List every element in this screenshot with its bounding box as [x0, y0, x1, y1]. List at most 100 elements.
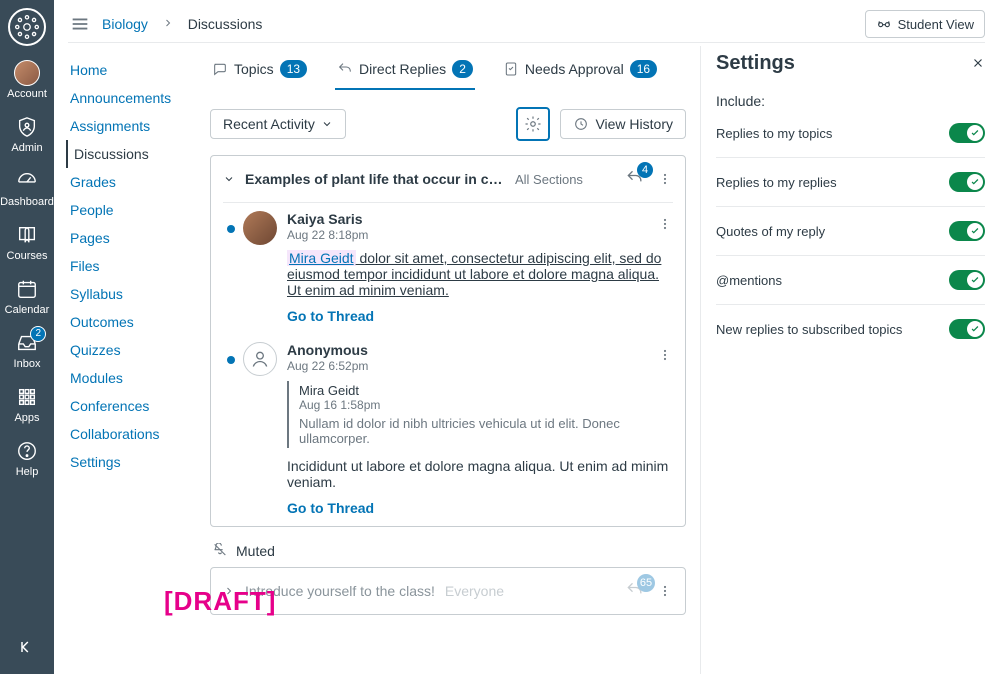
course-menu-people[interactable]: People [66, 196, 196, 224]
course-menu-pages[interactable]: Pages [66, 224, 196, 252]
course-menu-outcomes[interactable]: Outcomes [66, 308, 196, 336]
course-menu-collaborations[interactable]: Collaborations [66, 420, 196, 448]
student-view-label: Student View [898, 17, 974, 32]
nav-admin-label: Admin [11, 142, 42, 154]
course-menu-files[interactable]: Files [66, 252, 196, 280]
nav-calendar-label: Calendar [5, 304, 50, 316]
thread-header[interactable]: Examples of plant life that occur in cli… [211, 156, 685, 202]
tab-direct-replies[interactable]: Direct Replies 2 [335, 52, 475, 90]
sort-label: Recent Activity [223, 116, 315, 132]
course-menu-syllabus[interactable]: Syllabus [66, 280, 196, 308]
breadcrumb-current: Discussions [188, 16, 263, 32]
course-menu-grades[interactable]: Grades [66, 168, 196, 196]
glasses-icon [876, 16, 892, 32]
nav-courses-label: Courses [7, 250, 48, 262]
muted-card: Introduce yourself to the class! Everyon… [210, 567, 686, 615]
nav-dashboard[interactable]: Dashboard [0, 162, 54, 216]
muted-thread-row[interactable]: Introduce yourself to the class! Everyon… [211, 568, 685, 614]
reply-author[interactable]: Kaiya Saris [287, 211, 673, 227]
view-history-button[interactable]: View History [560, 109, 686, 139]
course-menu-home[interactable]: Home [66, 56, 196, 84]
kebab-icon [657, 216, 673, 232]
tab-topics-label: Topics [234, 61, 274, 77]
tab-topics-count: 13 [280, 60, 307, 78]
thread-reply-indicator[interactable]: 4 [625, 168, 647, 190]
muted-heading: Muted [212, 543, 684, 559]
reply-time: Aug 22 8:18pm [287, 228, 673, 242]
course-menu-quizzes[interactable]: Quizzes [66, 336, 196, 364]
shield-icon [14, 114, 40, 140]
nav-account[interactable]: Account [0, 54, 54, 108]
reply-menu[interactable] [657, 211, 673, 237]
student-view-button[interactable]: Student View [865, 10, 985, 38]
muted-label: Muted [236, 543, 275, 559]
hamburger-button[interactable] [68, 12, 92, 36]
brand-logo[interactable] [8, 8, 46, 46]
quote-time: Aug 16 1:58pm [299, 398, 673, 412]
help-icon [14, 438, 40, 464]
tab-needs-approval[interactable]: Needs Approval 16 [501, 52, 659, 90]
setting-toggle[interactable] [949, 123, 985, 143]
reply-time: Aug 22 6:52pm [287, 359, 673, 373]
thread-menu[interactable] [657, 166, 673, 192]
chevron-right-icon [162, 16, 178, 32]
muted-thread-menu[interactable] [657, 578, 673, 604]
check-icon [970, 177, 980, 187]
setting-label: Quotes of my reply [716, 224, 825, 239]
quote-author: Mira Geidt [299, 383, 673, 398]
vertical-divider [700, 46, 701, 674]
setting-row: @mentions [716, 256, 985, 305]
tab-topics[interactable]: Topics 13 [210, 52, 309, 90]
setting-toggle[interactable] [949, 172, 985, 192]
reply-item: Kaiya Saris Aug 22 8:18pm Mira Geidt dol… [211, 203, 685, 334]
nav-inbox-label: Inbox [14, 358, 41, 370]
course-menu-settings[interactable]: Settings [66, 448, 196, 476]
muted-bell-icon [212, 543, 228, 559]
global-nav: Account Admin Dashboard Courses Calendar… [0, 0, 54, 674]
course-menu-announcements[interactable]: Announcements [66, 84, 196, 112]
go-to-thread-link[interactable]: Go to Thread [287, 500, 374, 516]
course-menu-discussions[interactable]: Discussions [66, 140, 196, 168]
setting-toggle[interactable] [949, 319, 985, 339]
nav-inbox[interactable]: 2 Inbox [0, 324, 54, 378]
sort-dropdown[interactable]: Recent Activity [210, 109, 346, 139]
reply-author: Anonymous [287, 342, 673, 358]
nav-collapse[interactable] [0, 637, 54, 660]
check-icon [970, 226, 980, 236]
setting-row: Replies to my topics [716, 109, 985, 158]
breadcrumb: Biology Discussions [102, 16, 262, 32]
breadcrumb-course[interactable]: Biology [102, 16, 148, 32]
setting-toggle[interactable] [949, 270, 985, 290]
setting-label: New replies to subscribed topics [716, 322, 902, 337]
close-settings-button[interactable] [971, 56, 985, 75]
tab-direct-replies-label: Direct Replies [359, 61, 446, 77]
course-menu-assignments[interactable]: Assignments [66, 112, 196, 140]
course-menu-conferences[interactable]: Conferences [66, 392, 196, 420]
course-menu-modules[interactable]: Modules [66, 364, 196, 392]
unread-dot [227, 356, 235, 364]
unread-dot [227, 225, 235, 233]
setting-row: Quotes of my reply [716, 207, 985, 256]
nav-courses[interactable]: Courses [0, 216, 54, 270]
settings-title: Settings [716, 52, 985, 75]
go-to-thread-link[interactable]: Go to Thread [287, 308, 374, 324]
setting-row: Replies to my replies [716, 158, 985, 207]
nav-calendar[interactable]: Calendar [0, 270, 54, 324]
thread-title: Examples of plant life that occur in cli… [245, 171, 505, 187]
tab-needs-approval-count: 16 [630, 60, 657, 78]
nav-apps-label: Apps [14, 412, 39, 424]
settings-toggle-button[interactable] [516, 107, 550, 141]
setting-label: Replies to my topics [716, 126, 832, 141]
clock-icon [573, 116, 589, 132]
nav-apps[interactable]: Apps [0, 378, 54, 432]
setting-label: @mentions [716, 273, 782, 288]
quote-block: Mira Geidt Aug 16 1:58pm Nullam id dolor… [287, 381, 673, 448]
nav-admin[interactable]: Admin [0, 108, 54, 162]
quote-text: Nullam id dolor id nibh ultricies vehicu… [299, 416, 673, 446]
setting-toggle[interactable] [949, 221, 985, 241]
mention-link[interactable]: Mira Geidt [287, 250, 356, 266]
avatar[interactable] [243, 211, 277, 245]
reply-menu[interactable] [657, 342, 673, 368]
nav-help[interactable]: Help [0, 432, 54, 486]
tabs: Topics 13 Direct Replies 2 Needs Approva… [210, 52, 686, 91]
